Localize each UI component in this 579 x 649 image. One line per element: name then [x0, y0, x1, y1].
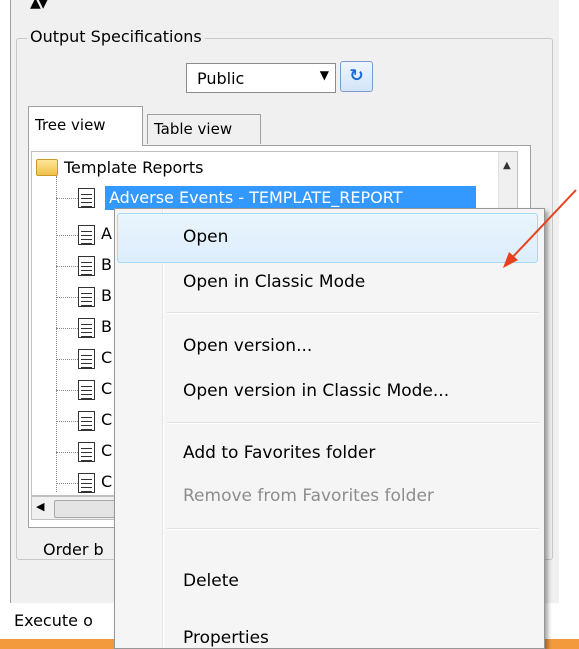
tab-label: Tree view [35, 116, 106, 134]
tab-tree-view[interactable]: Tree view [28, 106, 143, 146]
annotation-arrow-icon [503, 189, 577, 268]
